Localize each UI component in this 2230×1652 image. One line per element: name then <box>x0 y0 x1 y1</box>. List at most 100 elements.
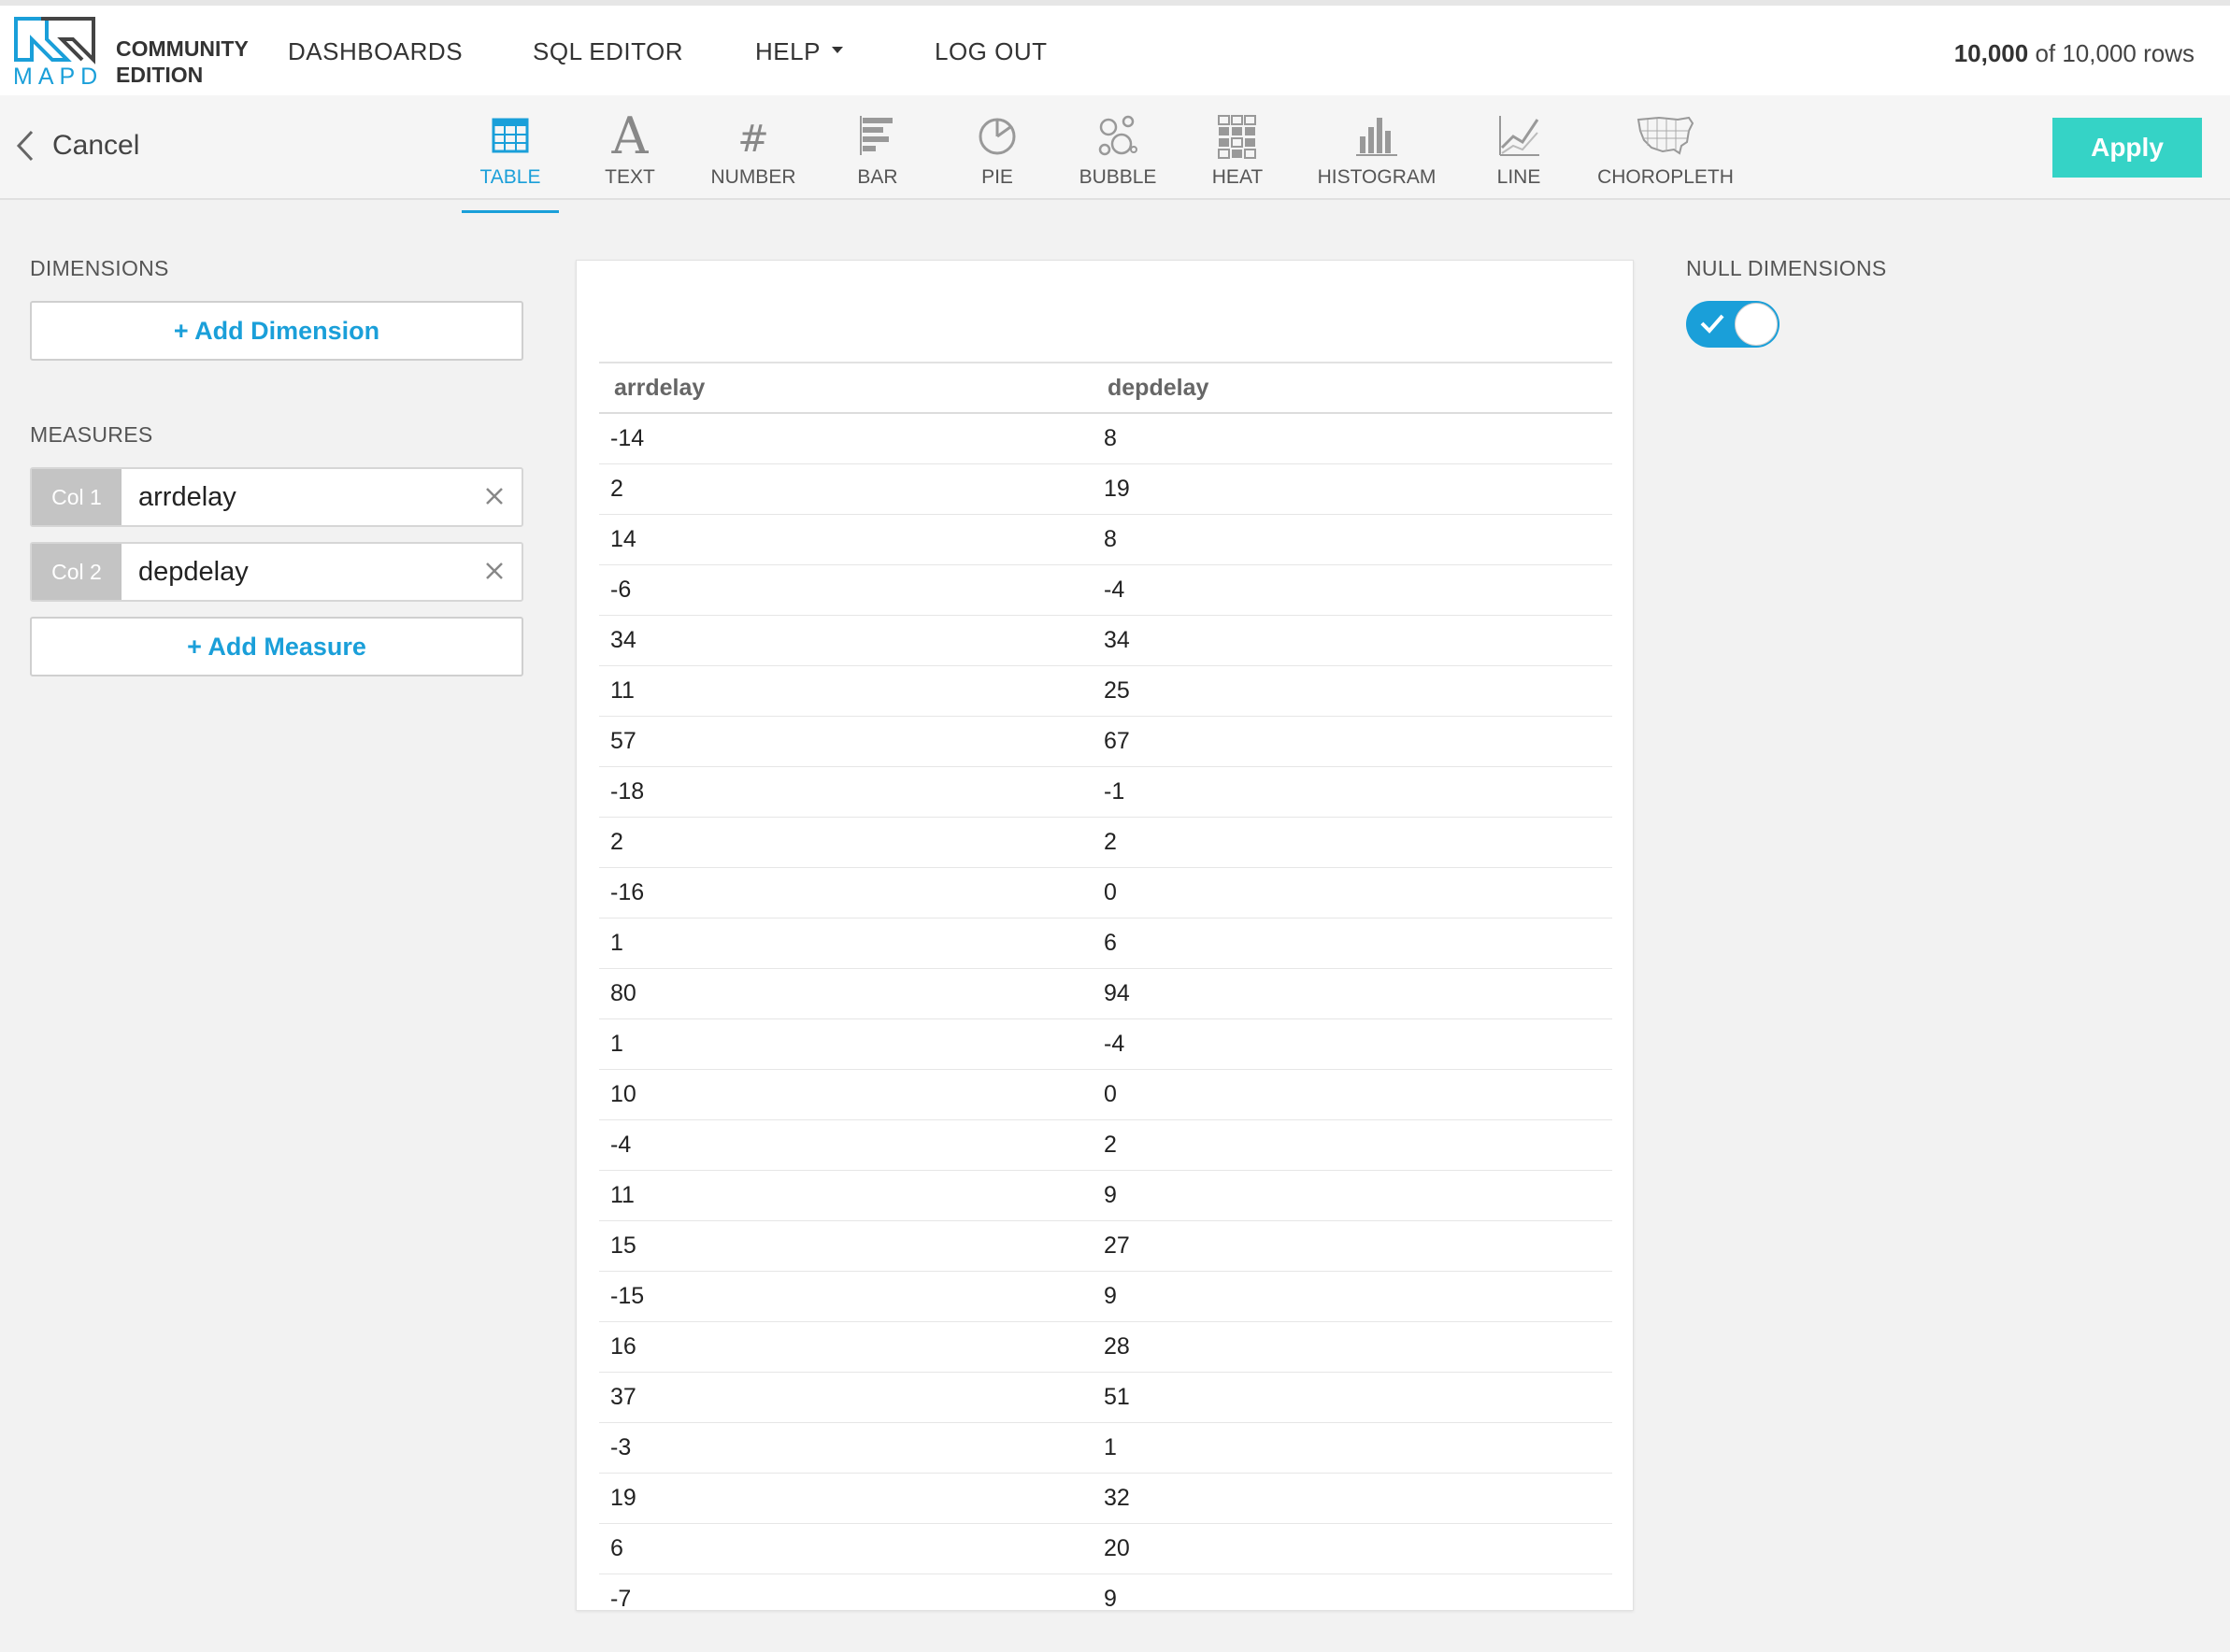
table-row: -4 2 <box>599 1120 1612 1171</box>
table-row: 6 20 <box>599 1524 1612 1574</box>
check-icon <box>1700 314 1724 334</box>
table-cell: 19 <box>1104 476 1130 502</box>
chart-type-label: LINE <box>1496 166 1541 188</box>
line-chart-icon <box>1499 116 1539 156</box>
chart-type-pie[interactable]: PIE <box>957 108 1037 189</box>
measure-name[interactable]: arrdelay <box>138 482 236 513</box>
table-row: 14 8 <box>599 515 1612 565</box>
text-icon: A <box>611 108 650 161</box>
table-cell: 19 <box>610 1485 636 1511</box>
nav-help-label: HELP <box>755 37 821 65</box>
table-preview-panel: arrdelay depdelay -14 8 2 19 14 8 -6 -4 34 34 11 25… <box>576 260 1634 1611</box>
table-cell: 1 <box>1104 1434 1117 1460</box>
table-row: 11 9 <box>599 1171 1612 1221</box>
table-cell: 9 <box>1104 1586 1117 1611</box>
chart-type-heat[interactable]: HEAT <box>1198 108 1277 189</box>
chart-type-label: PIE <box>981 166 1013 188</box>
null-dimensions-toggle[interactable] <box>1686 301 1780 348</box>
table-cell: 1 <box>610 930 623 956</box>
table-cell: 6 <box>610 1535 623 1561</box>
table-cell: 2 <box>1104 1132 1117 1158</box>
table-cell: -4 <box>610 1132 632 1158</box>
nav-help[interactable]: HELP <box>755 37 843 66</box>
table-cell: -4 <box>1104 577 1125 603</box>
table-cell: 0 <box>1104 1081 1117 1107</box>
table-cell: 34 <box>610 627 636 653</box>
measure-item[interactable]: Col 1 arrdelay <box>30 467 523 527</box>
chart-type-table[interactable]: TABLE <box>462 108 559 213</box>
pie-chart-icon <box>979 118 1016 155</box>
caret-down-icon <box>831 46 843 53</box>
chart-type-histogram[interactable]: HISTOGRAM <box>1316 108 1437 189</box>
chevron-left-icon <box>16 130 34 162</box>
table-row: 10 0 <box>599 1070 1612 1120</box>
cancel-label: Cancel <box>52 130 140 161</box>
chart-type-bar[interactable]: BAR <box>837 108 918 189</box>
active-tab-indicator <box>462 210 559 213</box>
dimensions-label: DIMENSIONS <box>30 256 169 280</box>
null-dimensions-label: NULL DIMENSIONS <box>1686 256 1887 280</box>
table-cell: -15 <box>610 1283 645 1309</box>
column-header[interactable]: arrdelay <box>614 375 705 402</box>
table-cell: 11 <box>610 1182 635 1208</box>
add-measure-button[interactable]: + Add Measure <box>30 617 523 676</box>
table-cell: 8 <box>1104 526 1117 552</box>
chart-type-label: BUBBLE <box>1079 166 1157 188</box>
heatmap-icon <box>1218 115 1256 159</box>
table-row: 11 25 <box>599 666 1612 717</box>
table-row: 1 -4 <box>599 1019 1612 1070</box>
nav-dashboards[interactable]: DASHBOARDS <box>288 37 463 66</box>
add-dimension-button[interactable]: + Add Dimension <box>30 301 523 361</box>
table-cell: 2 <box>1104 829 1117 855</box>
chart-type-bubble[interactable]: BUBBLE <box>1073 108 1163 189</box>
svg-text:#: # <box>737 118 769 161</box>
table-row: -7 9 <box>599 1574 1612 1611</box>
table-cell: 25 <box>1104 677 1130 704</box>
chart-type-text[interactable]: A TEXT <box>587 108 673 189</box>
table-row: -3 1 <box>599 1423 1612 1474</box>
chart-type-label: TABLE <box>479 166 541 188</box>
close-icon[interactable] <box>482 484 507 508</box>
table-cell: 9 <box>1104 1182 1117 1208</box>
measure-name[interactable]: depdelay <box>138 557 249 588</box>
cancel-button[interactable]: Cancel <box>15 129 139 163</box>
table-cell: 1 <box>610 1031 623 1057</box>
table-cell: 6 <box>1104 930 1117 956</box>
svg-text:A: A <box>611 108 650 161</box>
table-row: 2 19 <box>599 464 1612 515</box>
table-cell: 10 <box>610 1081 636 1107</box>
table-row: 34 34 <box>599 616 1612 666</box>
chart-type-number[interactable]: # NUMBER <box>708 108 798 189</box>
close-icon[interactable] <box>482 559 507 583</box>
hash-icon: # <box>737 118 769 161</box>
table-cell: 67 <box>1104 728 1130 754</box>
table-cell: 2 <box>610 476 623 502</box>
chart-type-label: HISTOGRAM <box>1317 166 1437 188</box>
nav-logout[interactable]: LOG OUT <box>935 37 1048 66</box>
table-cell: 16 <box>610 1333 636 1360</box>
column-header[interactable]: depdelay <box>1108 375 1208 402</box>
bar-chart-icon <box>860 116 893 155</box>
table-header: arrdelay depdelay <box>599 362 1612 414</box>
table-row: 22 <box>599 818 1612 868</box>
table-cell: 57 <box>610 728 636 754</box>
table-cell: 0 <box>1104 879 1117 905</box>
table-row: 80 94 <box>599 969 1612 1019</box>
nav-sql-editor[interactable]: SQL EDITOR <box>533 37 683 66</box>
measure-item[interactable]: Col 2 depdelay <box>30 542 523 602</box>
table-cell: 27 <box>1104 1232 1130 1259</box>
table-cell: -7 <box>610 1586 632 1611</box>
chart-type-line[interactable]: LINE <box>1486 108 1551 189</box>
chart-type-label: BAR <box>857 166 898 188</box>
table-row: -14 8 <box>599 414 1612 464</box>
table-row: 16 <box>599 919 1612 969</box>
chart-type-choropleth[interactable]: CHOROPLETH <box>1596 108 1735 189</box>
table-cell: 34 <box>1104 627 1130 653</box>
table-row: 57 67 <box>599 717 1612 767</box>
row-count-total: of 10,000 rows <box>2028 39 2194 67</box>
table-row: 37 51 <box>599 1373 1612 1423</box>
apply-button[interactable]: Apply <box>2052 118 2202 178</box>
usa-map-icon <box>1637 116 1694 155</box>
table-row: -6 -4 <box>599 565 1612 616</box>
row-count-shown: 10,000 <box>1953 39 2029 67</box>
